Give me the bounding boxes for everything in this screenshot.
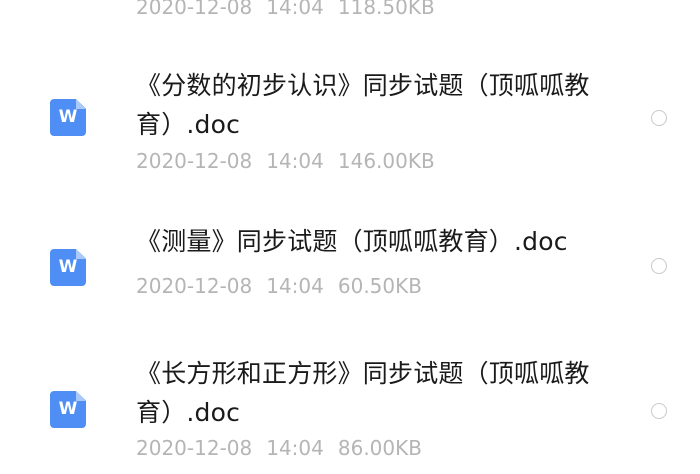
select-radio[interactable] — [651, 403, 667, 419]
icon-glyph: W — [58, 257, 78, 277]
file-meta: 2020-12-08 14:04 118.50KB — [136, 0, 449, 20]
file-name: 《分数的初步认识》同步试题（顶呱呱教育）.doc — [136, 71, 590, 139]
file-time: 14:04 — [266, 436, 324, 460]
file-list-item[interactable]: 2020-12-08 14:04 118.50KB — [0, 0, 700, 38]
file-meta: 2020-12-08 14:04 86.00KB — [136, 435, 436, 461]
word-doc-icon: W — [50, 249, 86, 286]
file-meta: 2020-12-08 14:04 146.00KB — [136, 148, 449, 174]
file-date: 2020-12-08 — [136, 149, 253, 173]
file-date: 2020-12-08 — [136, 0, 253, 19]
file-name: 《测量》同步试题（顶呱呱教育）.doc — [136, 227, 568, 256]
icon-glyph: W — [58, 107, 78, 127]
word-doc-icon: W — [50, 391, 86, 428]
file-date: 2020-12-08 — [136, 436, 253, 460]
file-list-item[interactable]: 《分数的初步认识》同步试题（顶呱呱教育）.doc W 2020-12-08 14:… — [0, 66, 700, 186]
word-doc-icon: W — [50, 99, 86, 136]
file-date: 2020-12-08 — [136, 274, 253, 298]
select-radio[interactable] — [651, 110, 667, 126]
file-time: 14:04 — [266, 0, 324, 19]
file-size: 60.50KB — [337, 274, 422, 298]
file-time: 14:04 — [266, 149, 324, 173]
icon-glyph: W — [58, 399, 78, 419]
file-list-item[interactable]: 《测量》同步试题（顶呱呱教育）.doc W 2020-12-08 14:04 60.… — [0, 222, 700, 312]
file-meta: 2020-12-08 14:04 60.50KB — [136, 273, 436, 299]
file-size: 146.00KB — [337, 149, 435, 173]
file-size: 118.50KB — [337, 0, 435, 19]
file-size: 86.00KB — [337, 436, 422, 460]
select-radio[interactable] — [651, 258, 667, 274]
file-name: 《长方形和正方形》同步试题（顶呱呱教育）.doc — [136, 359, 590, 427]
file-list-item[interactable]: 《长方形和正方形》同步试题（顶呱呱教育）.doc W 2020-12-08 14:… — [0, 354, 700, 474]
file-time: 14:04 — [266, 274, 324, 298]
